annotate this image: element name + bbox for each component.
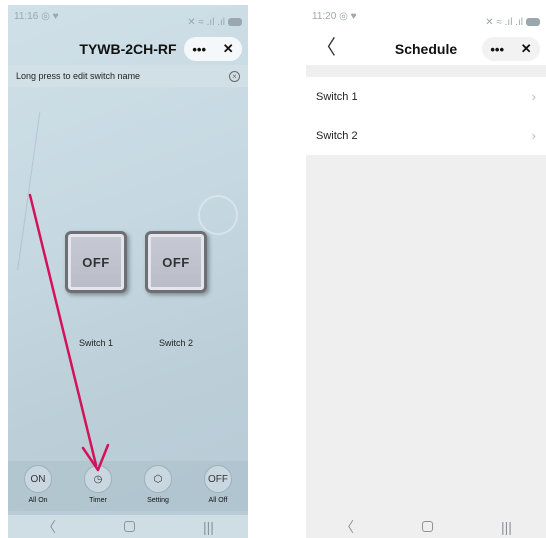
status-time: 11:20 bbox=[312, 11, 337, 22]
nav-back-button[interactable]: 〈 bbox=[340, 517, 354, 537]
list-item-switch-2[interactable]: Switch 2 › bbox=[306, 116, 546, 155]
nav-home-button[interactable] bbox=[124, 521, 136, 532]
close-button[interactable]: ✕ bbox=[521, 41, 532, 57]
list-item-label: Switch 2 bbox=[316, 129, 358, 142]
chevron-right-icon: › bbox=[531, 128, 536, 143]
mini-program-capsule: ••• ✕ bbox=[482, 37, 540, 61]
system-nav-bar: 〈 ||| bbox=[306, 515, 546, 538]
annotation-arrow bbox=[28, 193, 110, 472]
battery-icon bbox=[526, 18, 540, 26]
list-item-label: Switch 1 bbox=[316, 90, 358, 103]
nav-back-button[interactable]: 〈 bbox=[42, 517, 56, 537]
device-control-screen: 11:16 ◎ ♥ ✕ ≈ .ıl .ıl TYWB-2CH-RF ••• ✕ … bbox=[8, 5, 248, 538]
more-options-button[interactable]: ••• bbox=[490, 42, 504, 57]
schedule-switch-list: Switch 1 › Switch 2 › bbox=[306, 77, 546, 155]
list-item-switch-1[interactable]: Switch 1 › bbox=[306, 77, 546, 116]
status-notification-icons: ◎ ♥ bbox=[339, 11, 357, 22]
chevron-right-icon: › bbox=[531, 89, 536, 104]
system-nav-bar: 〈 ||| bbox=[8, 515, 248, 538]
nav-home-button[interactable] bbox=[422, 521, 434, 532]
nav-recents-button[interactable]: ||| bbox=[203, 519, 214, 535]
schedule-screen: 11:20 ◎ ♥ ✕ ≈ .ıl .ıl 〈 Schedule ••• ✕ S… bbox=[306, 5, 546, 538]
title-bar: 〈 Schedule ••• ✕ bbox=[306, 33, 546, 65]
status-bar: 11:20 ◎ ♥ ✕ ≈ .ıl .ıl bbox=[306, 5, 546, 33]
nav-recents-button[interactable]: ||| bbox=[501, 519, 512, 535]
section-gap bbox=[306, 65, 546, 77]
status-signal-icons: ✕ ≈ .ıl .ıl bbox=[485, 16, 523, 28]
